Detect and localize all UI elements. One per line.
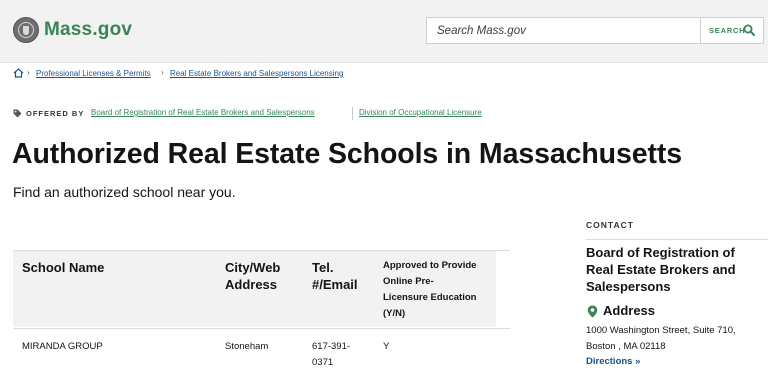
contact-org-line1: Board of Registration of: [586, 245, 735, 260]
page-title: Authorized Real Estate Schools in Massac…: [12, 138, 682, 170]
offered-by-link-dol[interactable]: Division of Occupational Licensure: [359, 108, 482, 117]
schools-table: School Name City/Web Address Tel. #/Emai…: [13, 250, 510, 389]
tag-icon: [13, 109, 22, 118]
site-header: Mass.gov SEARCH: [0, 0, 768, 63]
address-line2: Boston , MA 02118: [586, 341, 666, 352]
column-header-approved-line2: Online Pre-: [383, 276, 434, 287]
chevron-right-icon: ›: [161, 68, 164, 77]
offered-by-divider: [352, 107, 353, 120]
cell-approved: Y: [383, 341, 390, 352]
column-header-approved-line1: Approved to Provide: [383, 260, 477, 271]
home-icon[interactable]: [13, 68, 24, 78]
contact-org-line2: Real Estate Brokers and: [586, 262, 736, 277]
search-button-label: SEARCH: [709, 26, 746, 35]
breadcrumb-item-real-estate-licensing[interactable]: Real Estate Brokers and Salespersons Lic…: [170, 69, 343, 78]
cell-tel-line2: 0371: [312, 357, 334, 368]
site-logo-text[interactable]: Mass.gov: [44, 19, 132, 41]
search-input[interactable]: [427, 18, 701, 43]
contact-divider: [586, 239, 768, 240]
contact-org-line3: Salespersons: [586, 279, 671, 294]
map-pin-icon: [587, 305, 598, 318]
column-header-tel-line1: Tel.: [312, 260, 334, 275]
table-row-divider: [13, 328, 510, 329]
column-header-approved-line3: Licensure Education: [383, 292, 477, 303]
search-button[interactable]: SEARCH: [700, 18, 763, 43]
directions-link[interactable]: Directions »: [586, 356, 640, 367]
contact-organization: Board of Registration of Real Estate Bro…: [586, 244, 761, 295]
address-label: Address: [603, 303, 656, 318]
breadcrumb-item-professional-licenses[interactable]: Professional Licenses & Permits: [36, 69, 151, 78]
seal-logo-icon[interactable]: [13, 17, 39, 43]
cell-tel-line1: 617-391-: [312, 341, 351, 352]
offered-by-label: OFFERED BY: [26, 109, 85, 118]
column-header-city-web-line2: Address: [225, 277, 278, 292]
offered-by-link-board[interactable]: Board of Registration of Real Estate Bro…: [91, 108, 315, 117]
column-header-tel-line2: #/Email: [312, 277, 358, 292]
contact-address: 1000 Washington Street, Suite 710, Bosto…: [586, 323, 768, 355]
chevron-right-icon: ›: [27, 68, 30, 77]
cell-school-name: MIRANDA GROUP: [22, 341, 103, 352]
column-header-city-web-line1: City/Web: [225, 260, 281, 275]
cell-city: Stoneham: [225, 341, 269, 352]
directions-label: Directions: [586, 356, 633, 367]
search-icon: [743, 24, 755, 36]
page-subtitle: Find an authorized school near you.: [13, 184, 236, 200]
column-header-approved-line4: (Y/N): [383, 308, 406, 319]
contact-label: CONTACT: [586, 220, 634, 230]
directions-arrow-icon: »: [635, 356, 641, 367]
address-line1: 1000 Washington Street, Suite 710,: [586, 325, 736, 336]
column-header-school-name: School Name: [22, 260, 105, 275]
search-form: SEARCH: [426, 17, 764, 44]
